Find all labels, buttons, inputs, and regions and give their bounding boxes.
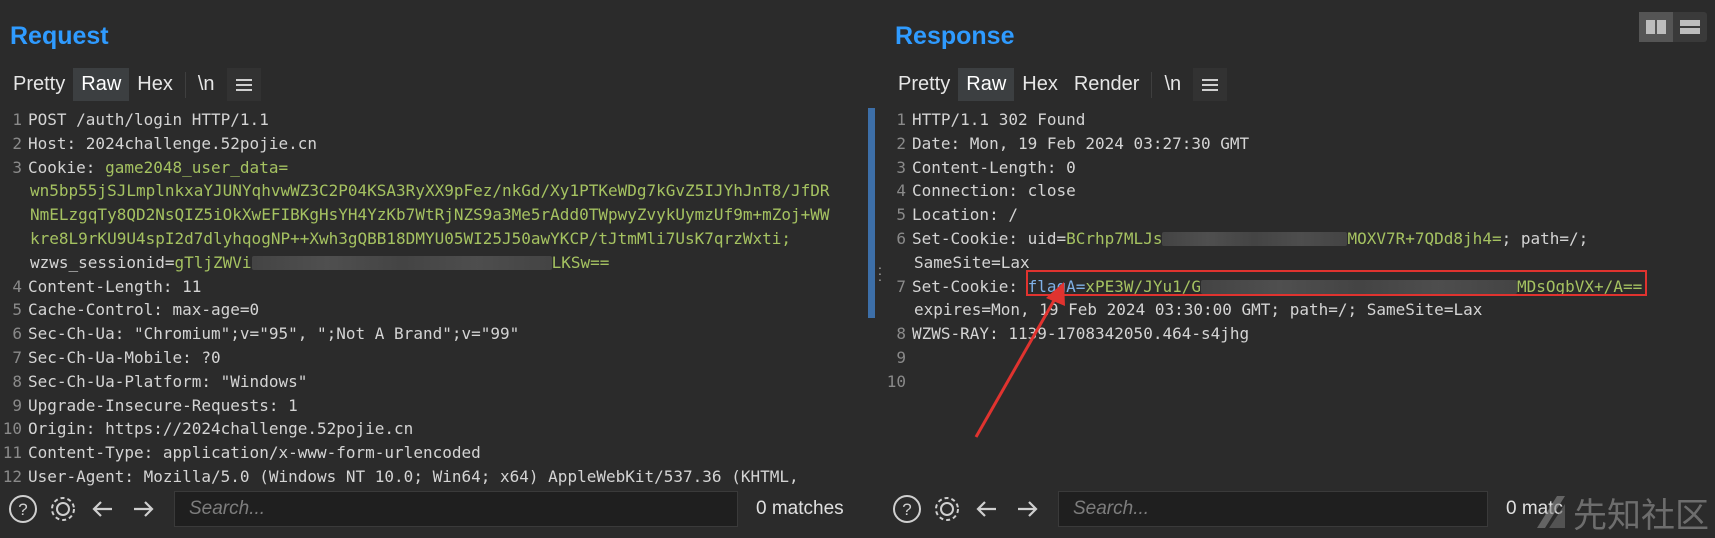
code-line: 3 Content-Length: 0 [896, 157, 1076, 177]
previous-match-button[interactable] [970, 492, 1004, 526]
request-title: Request [10, 22, 109, 50]
tab-pretty[interactable]: Pretty [890, 68, 958, 101]
hamburger-icon [1202, 78, 1219, 91]
tab-render[interactable]: Render [1066, 68, 1148, 101]
code-line: 4 Content-Length: 11 [12, 276, 202, 296]
request-editor[interactable]: 1 POST /auth/login HTTP/1.1 2 Host: 2024ch… [0, 108, 875, 488]
tab-separator [1151, 71, 1153, 98]
tab-newline[interactable]: \n [1156, 68, 1189, 101]
columns-icon [1646, 20, 1666, 34]
request-pane: Request Pretty Raw Hex \n 1 POST /auth/lo… [0, 0, 875, 538]
code-line: kre8L9rKU9U4spI2d7dlyhqogNP++Xwh3gQBB18D… [30, 228, 791, 248]
arrow-left-icon [976, 501, 996, 517]
response-title: Response [895, 22, 1015, 50]
search-input[interactable] [187, 497, 737, 521]
code-line: 8 Sec-Ch-Ua-Platform: "Windows" [12, 371, 308, 391]
code-line: NmELzgqTy8QD2NsQIZ5iOkXwEFIBKgHsYH4YzKb7… [30, 205, 830, 225]
help-button[interactable]: ? [890, 492, 924, 526]
request-footer: ? 0 matches [0, 490, 875, 528]
next-match-button[interactable] [126, 492, 160, 526]
arrow-right-icon [1018, 501, 1038, 517]
code-line: 5 Cache-Control: max-age=0 [12, 300, 260, 320]
svg-text:?: ? [18, 500, 27, 519]
request-tabs: Pretty Raw Hex \n [5, 68, 261, 101]
arrow-left-icon [92, 501, 112, 517]
pane-resize-handle[interactable]: · · · [876, 260, 884, 286]
redacted-region [251, 256, 552, 271]
code-line: 12 User-Agent: Mozilla/5.0 (Windows NT 10… [2, 466, 799, 486]
code-line: 9 Upgrade-Insecure-Requests: 1 [12, 395, 298, 415]
rows-icon [1680, 20, 1700, 34]
search-input[interactable] [1071, 497, 1487, 521]
tab-raw[interactable]: Raw [958, 68, 1015, 101]
stacked-view-button[interactable] [1673, 12, 1707, 42]
code-line: wn5bp55jSJLmplnkxaYJUNYqhvwWZ3C2P04KSA3R… [30, 181, 830, 201]
svg-text:?: ? [902, 500, 911, 519]
code-line: 2 Date: Mon, 19 Feb 2024 03:27:30 GMT [896, 133, 1250, 153]
code-line: 6 Sec-Ch-Ua: "Chromium";v="95", ";Not A B… [12, 324, 520, 344]
gear-icon [935, 497, 959, 521]
hamburger-menu-button[interactable] [1193, 68, 1228, 101]
code-line: 11 Content-Type: application/x-www-form-u… [2, 443, 481, 463]
watermark-text: 先知社区 [1573, 495, 1709, 536]
code-line: 3 Cookie: game2048_user_data= [12, 157, 289, 177]
help-button[interactable]: ? [6, 492, 40, 526]
settings-button[interactable] [930, 492, 964, 526]
code-line: 2 Host: 2024challenge.52pojie.cn [12, 133, 317, 153]
response-search-field[interactable] [1058, 491, 1488, 527]
split-view-button[interactable] [1639, 12, 1673, 42]
watermark: 先知社区 [1535, 490, 1709, 536]
code-line: wzws_sessionid=gTljZWVi LKSw== [30, 252, 610, 272]
annotation-arrow [974, 282, 1065, 438]
code-line: 5 Location: / [896, 205, 1018, 225]
code-line: 1 POST /auth/login HTTP/1.1 [12, 110, 269, 129]
next-match-button[interactable] [1010, 492, 1044, 526]
arrow-right-icon [134, 501, 154, 517]
help-icon: ? [9, 495, 37, 523]
code-line: 1 HTTP/1.1 302 Found [896, 110, 1086, 129]
hamburger-icon [235, 78, 252, 91]
code-line: 10 Origin: https://2024challenge.52pojie.… [2, 419, 414, 439]
request-search-field[interactable] [174, 491, 738, 527]
hamburger-menu-button[interactable] [226, 68, 261, 101]
layout-toggle [1639, 12, 1707, 42]
response-tabs: Pretty Raw Hex Render \n [890, 68, 1228, 101]
response-pane: Response Pretty Raw Hex Render \n 1 HTTP/… [884, 0, 1715, 538]
tab-hex[interactable]: Hex [1014, 68, 1066, 101]
code-line: 4 Connection: close [896, 181, 1076, 201]
gear-icon [51, 497, 75, 521]
tab-pretty[interactable]: Pretty [5, 68, 73, 101]
code-line: 7 Sec-Ch-Ua-Mobile: ?0 [12, 347, 221, 367]
scrollbar-thumb[interactable] [868, 108, 875, 318]
match-count: 0 matches [756, 498, 844, 519]
settings-button[interactable] [46, 492, 80, 526]
watermark-logo-icon [1537, 496, 1565, 528]
tab-separator [184, 71, 186, 98]
tab-raw[interactable]: Raw [73, 68, 130, 101]
code-line: 6 Set-Cookie: uid=BCrhp7MLJs MOXV7R+7QDd8j… [896, 228, 1589, 248]
previous-match-button[interactable] [86, 492, 120, 526]
tab-newline[interactable]: \n [190, 68, 223, 101]
help-icon: ? [893, 495, 921, 523]
flag-highlight-box [1026, 270, 1647, 296]
tab-hex[interactable]: Hex [129, 68, 181, 101]
redacted-region [1162, 232, 1348, 247]
